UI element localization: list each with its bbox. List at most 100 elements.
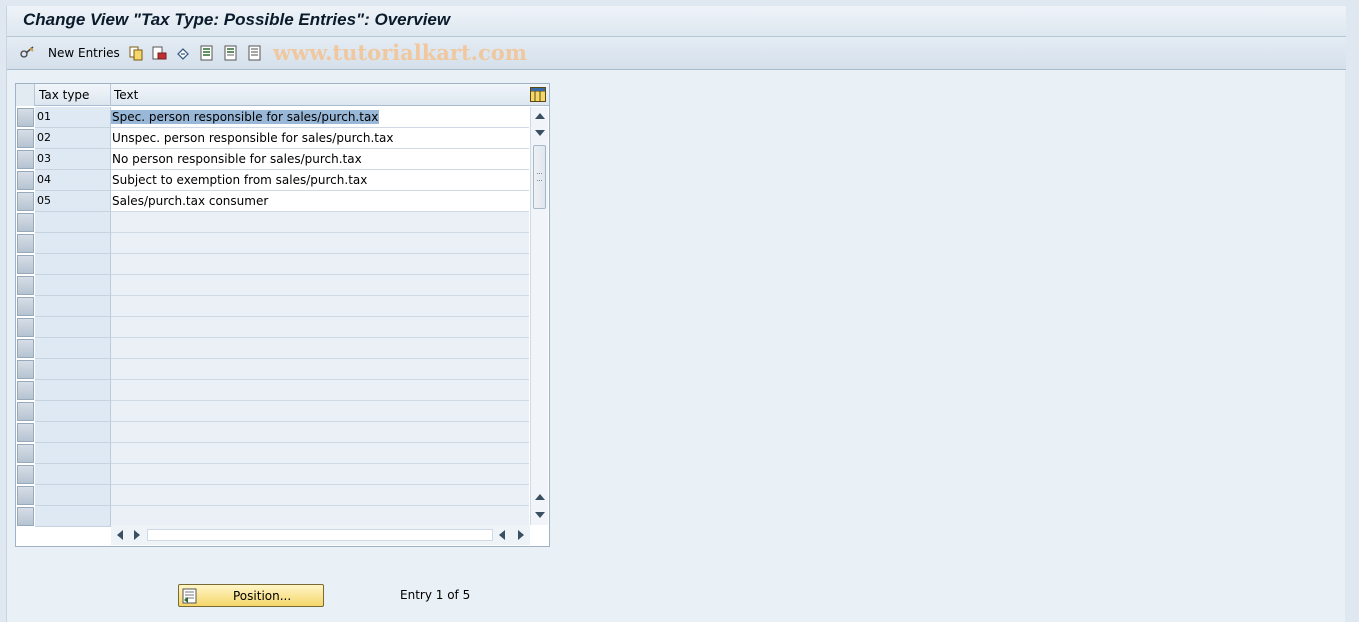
delete-icon[interactable] <box>151 45 167 61</box>
empty-row[interactable] <box>16 212 529 233</box>
row-selector[interactable] <box>17 129 34 148</box>
page-down-icon[interactable] <box>535 512 545 518</box>
select-block-icon[interactable] <box>223 45 239 61</box>
table-row[interactable]: 05 Sales/purch.tax consumer <box>16 191 529 212</box>
text-value[interactable]: Subject to exemption from sales/purch.ta… <box>111 173 368 187</box>
select-all-column[interactable] <box>16 84 35 106</box>
table-control: Tax type Text 01 Spec. person responsibl… <box>15 83 550 547</box>
empty-row[interactable] <box>16 275 529 296</box>
row-selector[interactable] <box>17 339 34 358</box>
text-cell[interactable]: No person responsible for sales/purch.ta… <box>111 149 529 170</box>
empty-cell <box>35 254 111 275</box>
empty-cell <box>35 338 111 359</box>
row-selector[interactable] <box>17 234 34 253</box>
new-entries-button[interactable]: New Entries <box>48 46 120 60</box>
column-separator[interactable] <box>110 84 111 106</box>
empty-cell <box>35 464 111 485</box>
scroll-up-icon[interactable] <box>535 113 545 119</box>
row-selector[interactable] <box>17 486 34 505</box>
select-all-icon[interactable] <box>199 45 215 61</box>
empty-row[interactable] <box>16 254 529 275</box>
text-value[interactable]: No person responsible for sales/purch.ta… <box>111 152 363 166</box>
text-value[interactable]: Unspec. person responsible for sales/pur… <box>111 131 394 145</box>
row-selector[interactable] <box>17 318 34 337</box>
scroll-track[interactable] <box>147 529 493 541</box>
empty-cell <box>35 317 111 338</box>
empty-cell <box>35 506 111 527</box>
row-selector[interactable] <box>17 255 34 274</box>
empty-row[interactable] <box>16 443 529 464</box>
column-header-text[interactable]: Text <box>114 88 138 102</box>
empty-cell <box>111 233 529 254</box>
row-selector[interactable] <box>17 150 34 169</box>
row-selector[interactable] <box>17 171 34 190</box>
empty-cell <box>111 422 529 443</box>
empty-cell <box>111 485 529 506</box>
row-selector[interactable] <box>17 360 34 379</box>
text-cell[interactable]: Subject to exemption from sales/purch.ta… <box>111 170 529 191</box>
scroll-down-icon[interactable] <box>535 130 545 136</box>
text-value[interactable]: Sales/purch.tax consumer <box>111 194 269 208</box>
empty-row[interactable] <box>16 422 529 443</box>
table-row[interactable]: 03 No person responsible for sales/purch… <box>16 149 529 170</box>
text-value[interactable]: Spec. person responsible for sales/purch… <box>111 110 380 124</box>
empty-cell <box>111 464 529 485</box>
row-selector[interactable] <box>17 381 34 400</box>
undo-icon[interactable] <box>175 45 191 61</box>
empty-row[interactable] <box>16 485 529 506</box>
row-selector[interactable] <box>17 507 34 526</box>
table-row[interactable]: 04 Subject to exemption from sales/purch… <box>16 170 529 191</box>
position-button[interactable]: Position... <box>178 584 324 607</box>
text-cell[interactable]: Spec. person responsible for sales/purch… <box>111 107 529 128</box>
empty-cell <box>111 275 529 296</box>
row-selector[interactable] <box>17 444 34 463</box>
table-settings-icon[interactable] <box>530 87 546 102</box>
row-selector[interactable] <box>17 108 34 127</box>
empty-row[interactable] <box>16 317 529 338</box>
row-selector[interactable] <box>17 192 34 211</box>
empty-cell <box>35 401 111 422</box>
column-header-tax-type[interactable]: Tax type <box>39 88 89 102</box>
empty-cell <box>111 401 529 422</box>
row-selector[interactable] <box>17 402 34 421</box>
empty-cell <box>35 275 111 296</box>
scroll-left-icon[interactable] <box>117 530 123 540</box>
table-row[interactable]: 01 Spec. person responsible for sales/pu… <box>16 107 529 128</box>
table-header: Tax type Text <box>16 84 549 106</box>
page-up-icon[interactable] <box>535 494 545 500</box>
table-row[interactable]: 02 Unspec. person responsible for sales/… <box>16 128 529 149</box>
empty-cell <box>35 212 111 233</box>
text-cell[interactable]: Unspec. person responsible for sales/pur… <box>111 128 529 149</box>
empty-row[interactable] <box>16 296 529 317</box>
empty-row[interactable] <box>16 233 529 254</box>
empty-row[interactable] <box>16 464 529 485</box>
tax-type-cell: 04 <box>35 170 111 191</box>
horizontal-scrollbar[interactable] <box>111 525 530 545</box>
text-cell[interactable]: Sales/purch.tax consumer <box>111 191 529 212</box>
empty-row[interactable] <box>16 338 529 359</box>
empty-cell <box>35 443 111 464</box>
empty-row[interactable] <box>16 506 529 527</box>
empty-row[interactable] <box>16 359 529 380</box>
scroll-left-end-icon[interactable] <box>499 530 505 540</box>
scroll-right-icon[interactable] <box>134 530 140 540</box>
empty-row[interactable] <box>16 380 529 401</box>
scroll-thumb[interactable] <box>533 145 546 209</box>
row-selector[interactable] <box>17 465 34 484</box>
scroll-right-end-icon[interactable] <box>518 530 524 540</box>
row-selector[interactable] <box>17 213 34 232</box>
empty-cell <box>111 359 529 380</box>
copy-icon[interactable] <box>128 45 144 61</box>
position-button-label: Position... <box>233 589 292 603</box>
row-selector[interactable] <box>17 297 34 316</box>
position-icon <box>182 588 197 604</box>
empty-cell <box>111 380 529 401</box>
empty-row[interactable] <box>16 401 529 422</box>
row-selector[interactable] <box>17 276 34 295</box>
row-selector[interactable] <box>17 423 34 442</box>
empty-cell <box>111 443 529 464</box>
edit-glasses-icon[interactable] <box>19 45 35 61</box>
vertical-scrollbar[interactable] <box>530 107 548 525</box>
deselect-all-icon[interactable] <box>247 45 263 61</box>
tax-type-cell: 03 <box>35 149 111 170</box>
